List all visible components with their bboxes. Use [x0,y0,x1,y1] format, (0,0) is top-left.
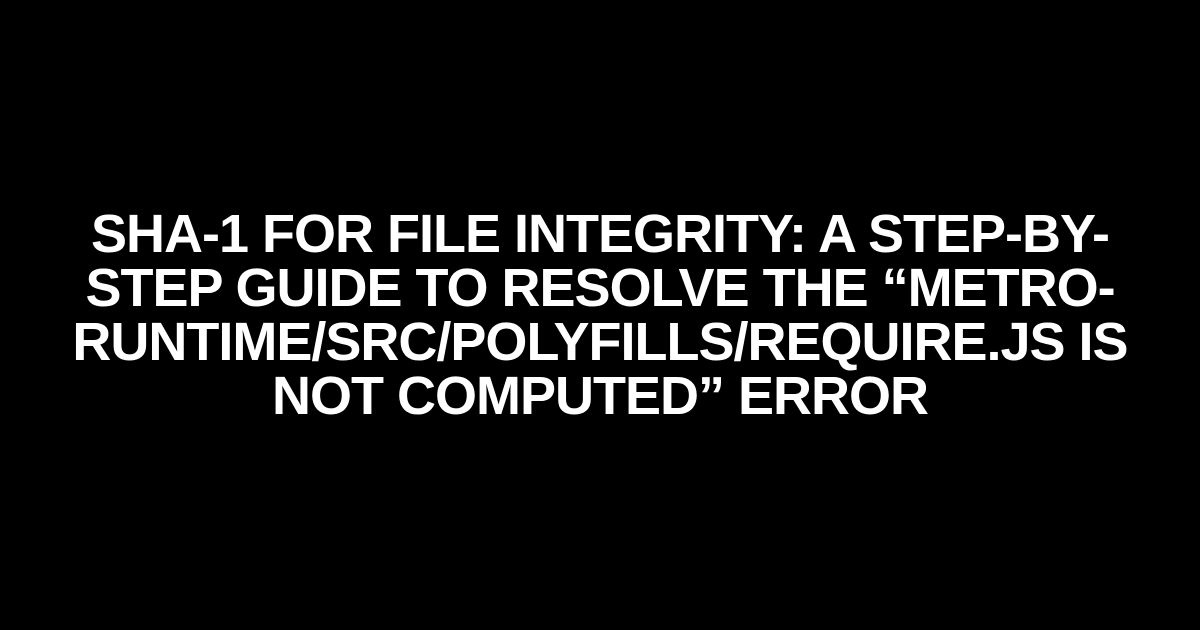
article-title: SHA-1 for File Integrity: A Step-by-Step… [0,207,1200,423]
